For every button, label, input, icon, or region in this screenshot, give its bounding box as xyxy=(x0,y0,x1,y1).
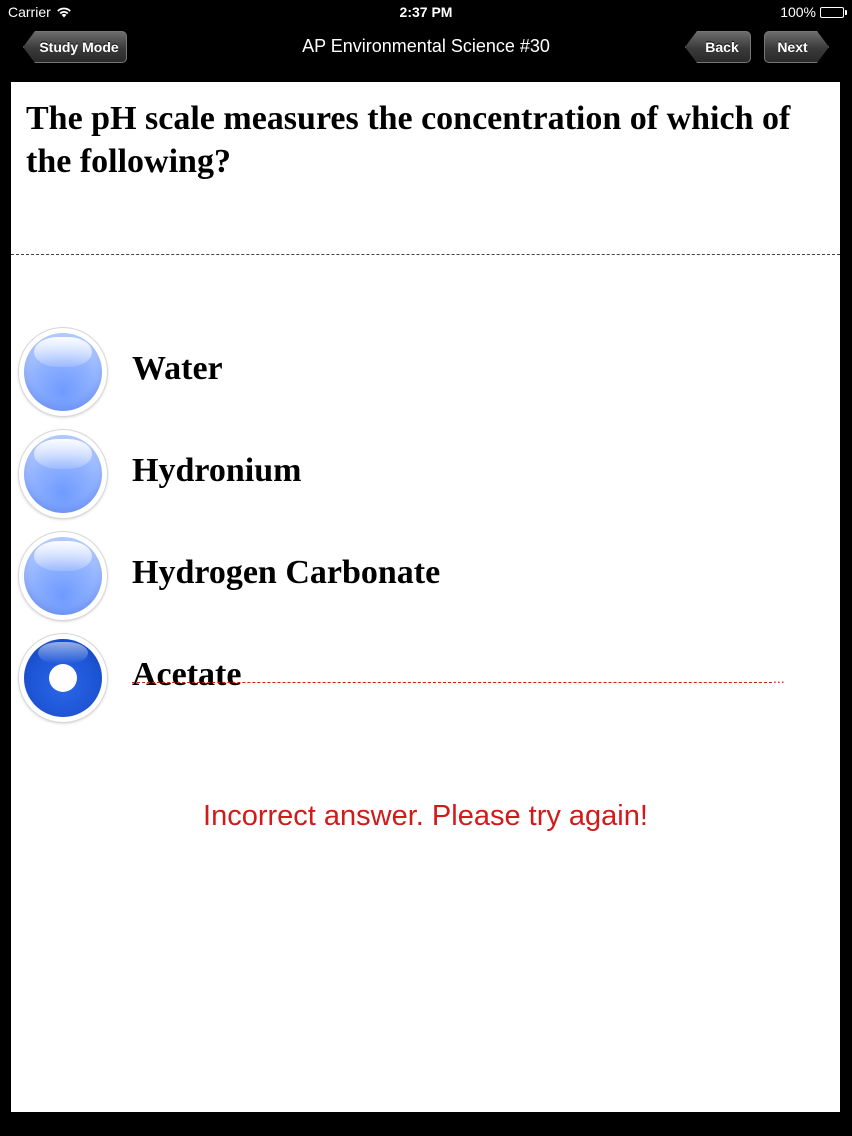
answer-option-water[interactable]: Water xyxy=(19,328,829,418)
answer-label: Hydrogen Carbonate xyxy=(132,554,441,591)
radio-button-selected-icon[interactable] xyxy=(19,634,107,722)
radio-button-icon[interactable] xyxy=(19,328,107,416)
wrong-answer-strikethrough xyxy=(132,682,772,683)
question-divider xyxy=(11,254,840,255)
radio-button-icon[interactable] xyxy=(19,532,107,620)
answer-label: Water xyxy=(132,350,223,387)
answer-label: Acetate xyxy=(132,656,242,693)
answer-label: Hydronium xyxy=(132,452,302,489)
clock: 2:37 PM xyxy=(399,4,453,20)
answer-option-hydronium[interactable]: Hydronium xyxy=(19,430,829,520)
battery-icon xyxy=(820,6,847,18)
answer-option-hydrogen-carbonate[interactable]: Hydrogen Carbonate xyxy=(19,532,829,622)
battery-percent: 100% xyxy=(780,4,816,20)
feedback-message: Incorrect answer. Please try again! xyxy=(203,800,648,832)
question-card: The pH scale measures the concentration … xyxy=(11,82,840,1112)
status-bar: Carrier 2:37 PM 100% xyxy=(0,0,852,24)
radio-button-icon[interactable] xyxy=(19,430,107,518)
answer-option-acetate[interactable]: Acetate ... xyxy=(19,634,829,724)
strikethrough-ellipsis: ... xyxy=(773,670,785,686)
battery-indicator: 100% xyxy=(780,4,847,20)
question-text: The pH scale measures the concentration … xyxy=(26,100,791,180)
next-button[interactable]: Next xyxy=(764,31,829,63)
back-button[interactable]: Back xyxy=(685,31,751,63)
navigation-bar: Study Mode AP Environmental Science #30 … xyxy=(0,24,852,70)
